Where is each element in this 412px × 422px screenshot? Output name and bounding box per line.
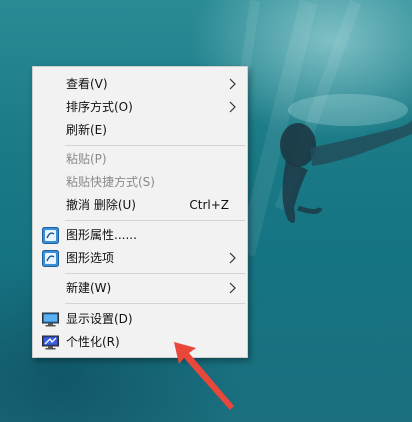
menu-separator [65,145,245,146]
menu-item-label: 粘贴快捷方式(S) [66,175,155,189]
chevron-right-icon [229,282,236,294]
annotation-arrow-icon [174,342,234,410]
swimmer-image [280,94,412,224]
menu-item-display-settings[interactable]: 显示设置(D) [33,308,247,331]
menu-item-sort-by[interactable]: 排序方式(O) [33,96,247,119]
menu-item-label: 查看(V) [66,77,108,91]
personalize-monitor-icon [42,335,59,350]
menu-item-paste-shortcut[interactable]: 粘贴快捷方式(S) [33,171,247,194]
menu-item-paste[interactable]: 粘贴(P) [33,148,247,171]
menu-item-label: 撤消 删除(U) [66,198,136,212]
menu-separator [65,303,245,304]
chevron-right-icon [229,101,236,113]
menu-item-undo-delete[interactable]: 撤消 删除(U) Ctrl+Z [33,194,247,217]
menu-item-label: 显示设置(D) [66,312,133,326]
menu-item-label: 新建(W) [66,281,112,295]
chevron-right-icon [229,78,236,90]
menu-separator [65,220,245,221]
menu-item-label: 刷新(E) [66,123,107,137]
menu-item-shortcut: Ctrl+Z [189,198,229,212]
monitor-icon [42,312,59,327]
menu-item-view[interactable]: 查看(V) [33,73,247,96]
menu-item-refresh[interactable]: 刷新(E) [33,119,247,142]
menu-item-label: 粘贴(P) [66,152,107,166]
menu-separator [65,273,245,274]
menu-item-label: 图形属性...... [66,228,137,242]
menu-item-graphics-options[interactable]: 图形选项 [33,247,247,270]
intel-graphics-icon [42,250,59,267]
chevron-right-icon [229,252,236,264]
menu-item-label: 个性化(R) [66,335,120,349]
menu-item-label: 排序方式(O) [66,100,133,114]
menu-item-label: 图形选项 [66,251,115,265]
menu-item-new[interactable]: 新建(W) [33,277,247,300]
desktop-context-menu: 查看(V) 排序方式(O) 刷新(E) 粘贴(P) 粘贴快捷方式(S) 撤消 删… [32,66,248,358]
menu-item-graphics-properties[interactable]: 图形属性...... [33,224,247,247]
intel-graphics-icon [42,227,59,244]
